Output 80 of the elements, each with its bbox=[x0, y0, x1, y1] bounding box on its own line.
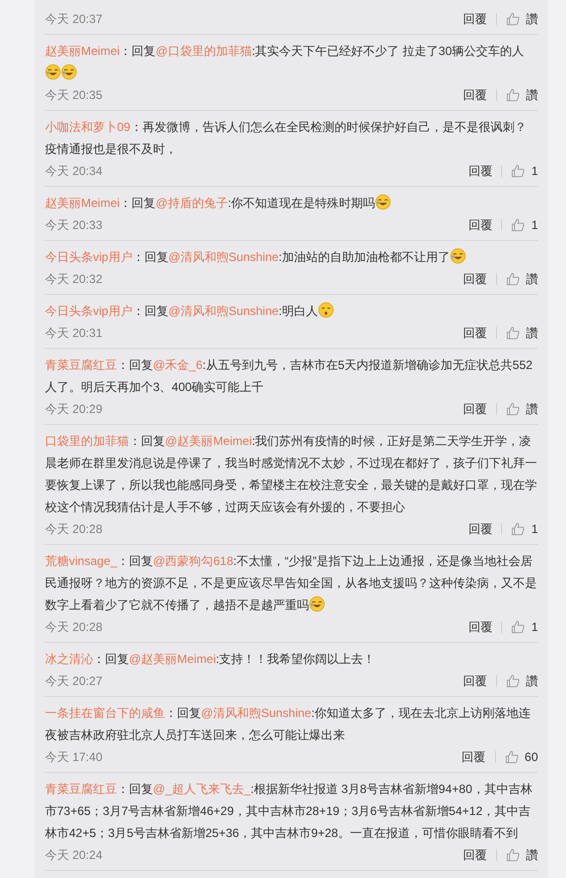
mention-link[interactable]: @清风和煦Sunshine bbox=[168, 304, 279, 318]
comment-time: 今天 20:28 bbox=[45, 520, 102, 538]
thumbs-up-icon[interactable] bbox=[504, 750, 519, 764]
like-count: 1 bbox=[531, 620, 538, 634]
reply-link[interactable]: 回覆 bbox=[463, 672, 487, 690]
username-link[interactable]: 荒糖vinsage_ bbox=[45, 554, 118, 568]
comment-time: 今天 20:28 bbox=[45, 618, 102, 636]
username-link[interactable]: 赵美丽Meimei bbox=[45, 196, 120, 210]
reply-link[interactable]: 回覆 bbox=[468, 162, 492, 180]
reply-link[interactable]: 回覆 bbox=[463, 846, 487, 864]
thumbs-up-icon[interactable] bbox=[506, 272, 520, 286]
comment-text: 赵美丽Meimei：回复@口袋里的加菲猫:其实今天下午已经好不少了 拉走了30辆公交车的人 bbox=[45, 40, 538, 84]
like-count: 讚 bbox=[526, 672, 538, 690]
thumbs-up-icon[interactable] bbox=[511, 620, 526, 634]
reply-link[interactable]: 回覆 bbox=[468, 618, 492, 636]
thumbs-up-icon[interactable] bbox=[506, 326, 520, 340]
username-link[interactable]: 冰之清沁 bbox=[45, 652, 93, 666]
comment-text: 今日头条vip用户：回复@清风和煦Sunshine:明白人 bbox=[45, 300, 538, 322]
comment-time: 今天 20:33 bbox=[45, 216, 102, 234]
comment-time: 今天 20:32 bbox=[45, 270, 102, 288]
thumbs-up-icon[interactable] bbox=[506, 88, 520, 102]
comment-time: 今天 20:29 bbox=[45, 400, 102, 418]
like-count: 讚 bbox=[526, 10, 538, 28]
like-count: 60 bbox=[524, 750, 538, 764]
comment-text: 青菜豆腐红豆：回复@禾金_6:从五号到九号，吉林市在5天内报道新增确诊加无症状总共552人了。明后天再加个3、400确实可能上千 bbox=[45, 357, 534, 396]
comment-text: 荒糖vinsage_：回复@西蒙狗勾618:不太懂，“少报”是指下边上上边通报，还是像当地社会居民通报呀？地方的资源不足，不是更应该尽早告知全国，从各地支援吗？这种传染病，又不是数字上看着少了它就不传播了，越捂不是越严重吗 bbox=[45, 553, 538, 614]
thumbs-up-icon[interactable] bbox=[511, 522, 526, 536]
comment-text: 一条挂在窗台下的咸鱼：回复@清风和煦Sunshine:你知道太多了，现在去北京上访刚落地连夜被吉林政府驻北京人员打车送回来，怎么可能让爆出来 bbox=[45, 705, 532, 744]
mention-link[interactable]: @赵美丽Meimei bbox=[129, 652, 216, 666]
comment-time: 今天 20:37 bbox=[45, 10, 102, 28]
mention-link[interactable]: @清风和煦Sunshine bbox=[201, 706, 312, 720]
reply-link[interactable]: 回覆 bbox=[463, 10, 487, 28]
like-count: 讚 bbox=[526, 270, 538, 288]
reply-link[interactable]: 回覆 bbox=[463, 400, 487, 418]
thumbs-up-icon[interactable] bbox=[506, 12, 520, 26]
username-link[interactable]: 青菜豆腐红豆 bbox=[45, 358, 117, 372]
comment-time: 今天 20:34 bbox=[45, 162, 102, 180]
mention-link[interactable]: @禾金_6 bbox=[153, 358, 203, 372]
username-link[interactable]: 口袋里的加菲猫 bbox=[45, 434, 129, 448]
like-count: 讚 bbox=[526, 400, 538, 418]
mention-link[interactable]: @西蒙狗勾618 bbox=[153, 554, 234, 568]
thumbs-up-icon[interactable] bbox=[511, 218, 526, 232]
comment-text: 赵美丽Meimei：回复@持盾的兔子:你不知道现在是特殊时期吗 bbox=[45, 192, 538, 214]
username-link[interactable]: 青菜豆腐红豆 bbox=[45, 782, 117, 796]
like-count: 讚 bbox=[526, 86, 538, 104]
comment-text: 青菜豆腐红豆：回复@_超人飞来飞去_:根据新华社报道 3月8号吉林省新增94+80，其中吉林市73+65；3月7号吉林省新增46+29，其中吉林市28+19；3月6号吉林省新增54+12，其中吉林市42+5；3月5号吉林省新增25+36，其中吉林市9+28。一直在报道，可惜你眼睛看不到 bbox=[45, 781, 534, 842]
thumbs-up-icon[interactable] bbox=[506, 848, 520, 862]
username-link[interactable]: 小咖法和萝卜09 bbox=[45, 120, 130, 134]
comment-text: 小咖法和萝卜09：再发微博，告诉人们怎么在全民检测的时候保护好自己，是不是很讽刺？疫情通报也是很不及时， bbox=[45, 119, 528, 158]
reply-link[interactable]: 回覆 bbox=[463, 86, 487, 104]
username-link[interactable]: 赵美丽Meimei bbox=[45, 44, 120, 58]
comment-time: 今天 20:27 bbox=[45, 672, 102, 690]
comment-text: 今日头条vip用户：回复@清风和煦Sunshine:加油站的自助加油枪都不让用了 bbox=[45, 246, 538, 268]
mention-link[interactable]: @赵美丽Meimei bbox=[165, 434, 252, 448]
username-link[interactable]: 一条挂在窗台下的咸鱼 bbox=[45, 706, 165, 720]
mention-link[interactable]: @口袋里的加菲猫 bbox=[156, 44, 252, 58]
comment-text: 冰之清沁：回复@赵美丽Meimei:支持！！我希望你阔以上去！ bbox=[45, 651, 376, 668]
reply-link[interactable]: 回覆 bbox=[468, 520, 492, 538]
comment-time: 今天 20:35 bbox=[45, 86, 102, 104]
reply-link[interactable]: 回覆 bbox=[468, 216, 492, 234]
thumbs-up-icon[interactable] bbox=[506, 402, 520, 416]
like-count: 讚 bbox=[526, 324, 538, 342]
comment-time: 今天 20:31 bbox=[45, 324, 102, 342]
mention-link[interactable]: @_超人飞来飞去_ bbox=[153, 782, 251, 796]
username-link[interactable]: 今日头条vip用户 bbox=[45, 304, 132, 318]
username-link[interactable]: 今日头条vip用户 bbox=[45, 250, 132, 264]
thumbs-up-icon[interactable] bbox=[506, 674, 520, 688]
mention-link[interactable]: @清风和煦Sunshine bbox=[168, 250, 279, 264]
thumbs-up-icon[interactable] bbox=[511, 164, 526, 178]
reply-link[interactable]: 回覆 bbox=[463, 270, 487, 288]
comment-time: 今天 17:40 bbox=[45, 748, 102, 766]
reply-link[interactable]: 回覆 bbox=[462, 748, 486, 766]
mention-link[interactable]: @持盾的兔子 bbox=[156, 196, 228, 210]
like-count: 1 bbox=[531, 522, 538, 536]
like-count: 1 bbox=[531, 218, 538, 232]
comment-time: 今天 20:24 bbox=[45, 846, 102, 864]
reply-link[interactable]: 回覆 bbox=[463, 324, 487, 342]
like-count: 1 bbox=[531, 164, 538, 178]
like-count: 讚 bbox=[526, 846, 538, 864]
comment-text: 口袋里的加菲猫：回复@赵美丽Meimei:我们苏州有疫情的时候，正好是第二天学生开学，凌晨老师在群里发消息说是停课了，我当时感觉情况不太妙，不过现在都好了，孩子们下礼拜一要恢复上课了，所以我也能感同身受，希望楼主在校注意安全，最关键的是戴好口罩，现在学校这个情况我猜估计是人手不够，过两天应该会有外援的，不要担心 bbox=[45, 433, 538, 516]
